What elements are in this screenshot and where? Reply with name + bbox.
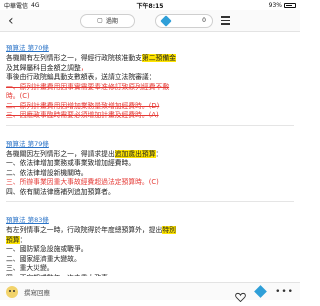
body-text: 二、國家經濟重大變故。 bbox=[6, 254, 81, 263]
box-icon: ▢ bbox=[97, 17, 103, 24]
text-line: 各機關因左列情形之一，得請求提出追加歲出預算： bbox=[6, 149, 294, 160]
body-text: 各機關因左列情形之一，得請求提出 bbox=[6, 149, 115, 158]
text-line: 各機關有左列情形之一，得經行政院核准動支第二預備金 bbox=[6, 54, 294, 64]
text-line: 事後由行政院編具動支數額表，送請立法院審議： bbox=[6, 73, 294, 83]
text-line: 及其歸屬科目金額之調整， bbox=[6, 64, 294, 74]
reply-input[interactable]: 撰寫回應 bbox=[24, 287, 50, 297]
divider bbox=[6, 201, 294, 202]
annotation-text: 三、因應政事臨時需要必須增加計畫及經費時。(A) bbox=[6, 111, 159, 119]
text-line: 二、依法律增設新機關時。 bbox=[6, 169, 294, 179]
text-line: 四、依有關法律應補列追加預算者。 bbox=[6, 188, 294, 198]
body-text: 四、依有關法律應補列追加預算者。 bbox=[6, 187, 115, 196]
diamond-icon bbox=[160, 14, 172, 27]
diamond-icon[interactable] bbox=[254, 285, 267, 298]
law-reference-link[interactable]: 預算法 第83條 bbox=[6, 213, 49, 225]
more-options-icon[interactable]: ••• bbox=[275, 287, 294, 297]
law-reference-link[interactable]: 預算法 第79條 bbox=[6, 137, 49, 149]
body-text: 及其歸屬科目金額之調整 bbox=[6, 63, 81, 72]
text-line: 三、所辦事業因重大事故經費超過法定預算時。(C) bbox=[6, 178, 294, 188]
post-content: 預算法 第70條 各機關有左列情形之一，得經行政院核准動支第二預備金 及其歸屬科目金… bbox=[0, 32, 300, 276]
bottom-bar: 撰寫回應 ••• bbox=[0, 282, 300, 302]
annotation-text: 二、原列計畫費用因增加業務量致增加經費時。(D) bbox=[6, 101, 160, 110]
highlighted-text: 預算 bbox=[6, 235, 20, 244]
text-line: 預算： bbox=[6, 235, 294, 246]
text-line: 一、依法律增加業務或事業致增加經費時。 bbox=[6, 159, 294, 169]
body-text: ： bbox=[19, 235, 27, 244]
text-line: 三、因應政事臨時需要必須增加計畫及經費時。(A) bbox=[6, 111, 294, 121]
article-block: 預算法 第83條 有左列情事之一時，行政院得於年度總預算外，提出特別 預算： 一、國防… bbox=[6, 207, 294, 276]
body-text: 二、依法律增設新機關時。 bbox=[6, 168, 88, 177]
diamond-count: 0 bbox=[202, 17, 206, 24]
highlighted-text: 特別 bbox=[162, 226, 176, 234]
battery-icon bbox=[284, 2, 296, 8]
status-pill-label: 過期 bbox=[105, 18, 118, 25]
divider bbox=[6, 124, 294, 126]
annotation-text: 三、所辦事業因重大事故經費超過法定預算時。(C) bbox=[6, 178, 159, 186]
text-line: 時。(C) bbox=[6, 92, 294, 102]
text-line: 一、國防緊急設施或戰爭。 bbox=[6, 245, 294, 255]
back-arrow-icon[interactable]: ‹ bbox=[8, 13, 20, 29]
article-block: 預算法 第79條 各機關因左列情形之一，得請求提出追加歲出預算： 一、依法律增加業務… bbox=[6, 131, 294, 202]
text-line: 一、原列計畫費用因事實需要奉准修訂致原列經費不敷 bbox=[6, 83, 294, 93]
status-bar: 中華電信 4G 下午8:15 93% bbox=[0, 0, 300, 10]
annotation-text: 時。(C) bbox=[6, 92, 30, 100]
text-line: 二、國家經濟重大變故。 bbox=[6, 255, 294, 265]
highlighted-text: 第二預備金 bbox=[141, 54, 176, 62]
text-line: 二、原列計畫費用因增加業務量致增加經費時。(D) bbox=[6, 102, 294, 112]
annotation-text: ， bbox=[80, 63, 88, 72]
body-text: 各機關有左列情形之一，得經行政院核准動支 bbox=[6, 54, 142, 62]
article-block: 預算法 第70條 各機關有左列情形之一，得經行政院核准動支第二預備金 及其歸屬科目金… bbox=[6, 35, 294, 126]
top-bar: ‹ ▢ 過期 0 bbox=[0, 10, 300, 32]
annotation-text: 一、原列計畫費用因事實需要奉准修訂致原列經費不敷 bbox=[6, 82, 170, 91]
text-line: 有左列情事之一時，行政院得於年度總預算外，提出特別 bbox=[6, 226, 294, 236]
menu-icon[interactable] bbox=[221, 16, 230, 25]
heart-icon[interactable] bbox=[235, 287, 246, 302]
diamond-count-pill[interactable]: 0 bbox=[155, 13, 213, 28]
text-line: 四、不定期或數年一次之重大政事。 bbox=[6, 274, 294, 277]
body-text: 四、不定期或數年一次之重大政事。 bbox=[6, 274, 115, 277]
body-text: 一、國防緊急設施或戰爭。 bbox=[6, 245, 88, 253]
body-text: 三、重大災變。 bbox=[6, 264, 54, 272]
law-reference-link[interactable]: 預算法 第70條 bbox=[6, 41, 49, 53]
clock: 下午8:15 bbox=[136, 2, 164, 10]
status-pill[interactable]: ▢ 過期 bbox=[80, 13, 135, 28]
highlighted-text: 追加歲出預算 bbox=[114, 149, 156, 158]
body-text: 有左列情事之一時，行政院得於年度總預算外，提出 bbox=[6, 226, 163, 234]
body-text: ： bbox=[155, 149, 163, 158]
body-text: 事後由行政院編具動支數額表，送請立法院審議： bbox=[6, 73, 156, 81]
body-text: 一、依法律增加業務或事業致增加經費時。 bbox=[6, 159, 136, 167]
avatar[interactable] bbox=[6, 285, 18, 298]
text-line: 三、重大災變。 bbox=[6, 264, 294, 274]
